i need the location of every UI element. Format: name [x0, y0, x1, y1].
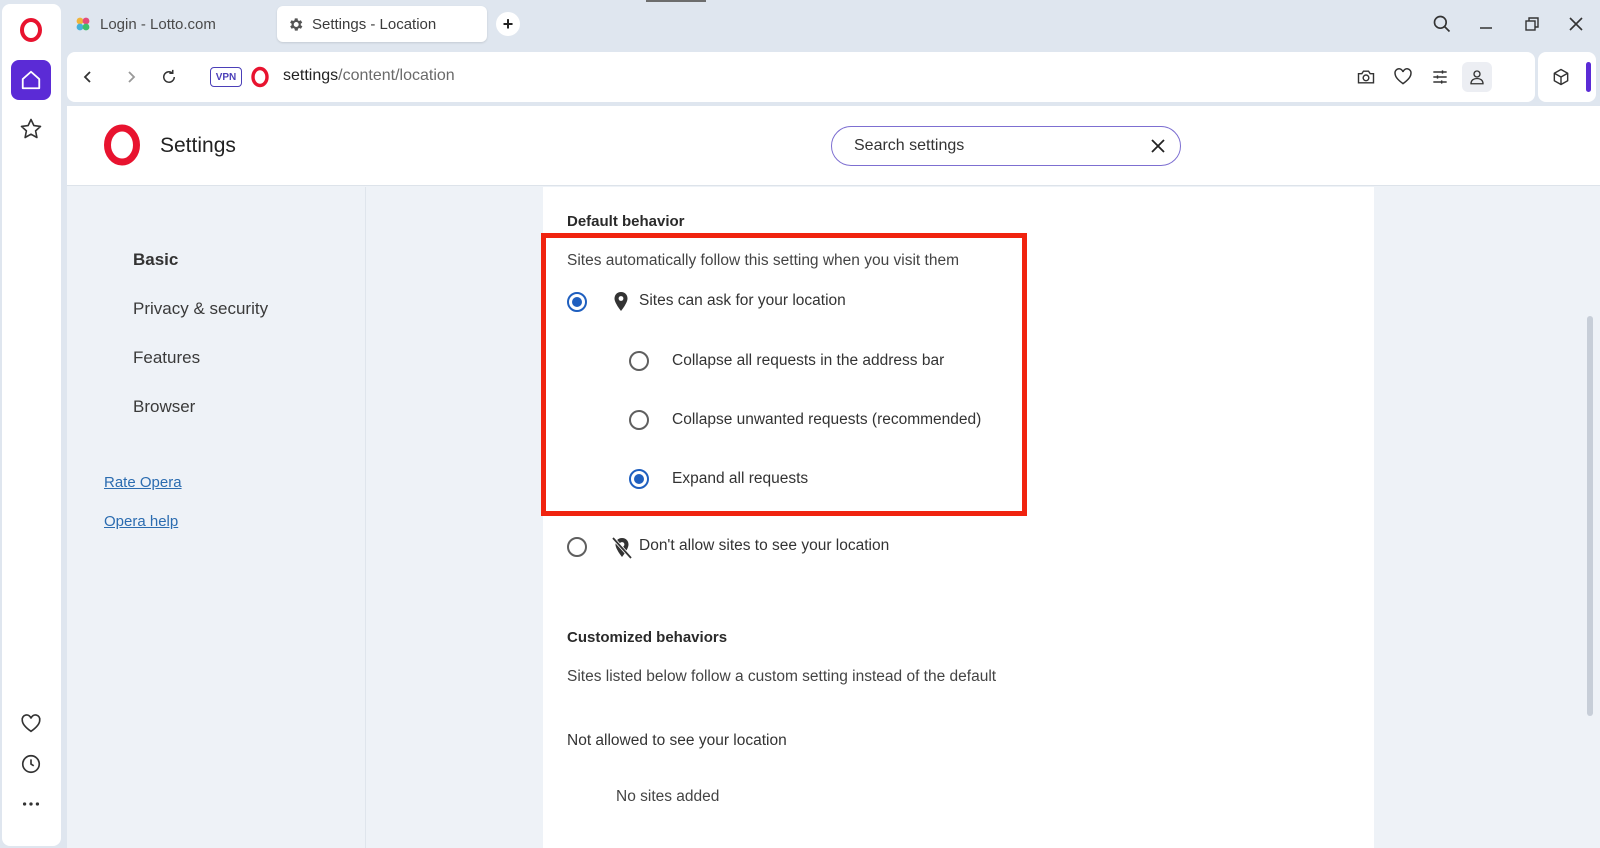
- tab-title: Login - Lotto.com: [100, 15, 216, 33]
- url-field[interactable]: settings/content/location: [283, 67, 455, 85]
- home-icon: [21, 70, 41, 90]
- sidebar-home-button[interactable]: [11, 60, 51, 100]
- sidebar-accent-bar: [1586, 62, 1591, 92]
- profile-button[interactable]: [1462, 62, 1492, 92]
- not-allowed-heading: Not allowed to see your location: [567, 732, 787, 749]
- tab-title: Settings - Location: [312, 15, 437, 33]
- reload-icon: [163, 69, 175, 83]
- expand-all-label[interactable]: Expand all requests: [672, 470, 808, 488]
- close-icon: [1569, 17, 1583, 31]
- more-dots-icon: [22, 802, 40, 806]
- restore-button[interactable]: [1518, 10, 1546, 38]
- minimize-icon: [1480, 27, 1492, 29]
- user-icon: [1470, 70, 1484, 85]
- default-behavior-heading: Default behavior: [567, 213, 685, 230]
- heart-icon: [1394, 68, 1412, 85]
- nav-item-privacy-security[interactable]: Privacy & security: [133, 299, 268, 319]
- sidebar-pinboards-button[interactable]: [11, 109, 51, 149]
- clear-search-button[interactable]: [1148, 136, 1168, 156]
- back-button[interactable]: [75, 64, 101, 90]
- new-tab-button[interactable]: +: [496, 12, 520, 36]
- nav-item-browser[interactable]: Browser: [133, 397, 195, 417]
- camera-icon: [1357, 70, 1375, 84]
- opera-help-link[interactable]: Opera help: [104, 513, 178, 530]
- tab-search-button[interactable]: [1428, 10, 1456, 38]
- star-icon: [20, 118, 42, 139]
- nav-item-basic[interactable]: Basic: [133, 250, 178, 270]
- window-drag-indicator: [646, 0, 706, 2]
- opera-site-icon: [251, 66, 269, 88]
- radio-dont-allow[interactable]: [567, 537, 587, 557]
- close-window-button[interactable]: [1562, 10, 1590, 38]
- cube-icon: [1553, 68, 1569, 86]
- bookmark-page-button[interactable]: [1390, 64, 1416, 90]
- restore-icon: [1525, 17, 1539, 31]
- rate-opera-link[interactable]: Rate Opera: [104, 474, 182, 491]
- extensions-button[interactable]: [1548, 64, 1574, 90]
- forward-arrow-icon: [128, 71, 136, 83]
- clock-icon: [21, 754, 41, 774]
- sidebar-history-button[interactable]: [11, 744, 51, 784]
- close-icon: [1151, 139, 1165, 153]
- location-off-icon: [611, 536, 633, 560]
- radio-expand-all[interactable]: [629, 469, 649, 489]
- plus-icon: +: [502, 13, 514, 34]
- page-scrollbar-thumb[interactable]: [1587, 316, 1593, 716]
- opera-logo-icon: [20, 18, 42, 42]
- vpn-label: VPN: [215, 71, 237, 83]
- back-arrow-icon: [83, 71, 91, 83]
- heart-icon: [21, 714, 41, 733]
- nav-item-features[interactable]: Features: [133, 348, 200, 368]
- url-host: settings: [283, 67, 339, 84]
- radio-sites-can-ask[interactable]: [567, 292, 587, 312]
- dont-allow-label[interactable]: Don't allow sites to see your location: [639, 537, 889, 555]
- gear-icon: [290, 17, 303, 31]
- search-settings-input[interactable]: Search settings: [831, 126, 1181, 166]
- no-sites-added-text: No sites added: [616, 788, 720, 805]
- opera-logo-icon: [104, 124, 140, 166]
- settings-page: Settings Search settings Basic Privacy &…: [67, 106, 1600, 848]
- lotto-clover-icon: [76, 17, 90, 31]
- vpn-badge[interactable]: VPN: [210, 67, 242, 87]
- page-title: Settings: [160, 134, 236, 157]
- collapse-all-label[interactable]: Collapse all requests in the address bar: [672, 352, 944, 370]
- search-icon: [1433, 15, 1451, 33]
- reload-button[interactable]: [156, 64, 182, 90]
- location-settings-card: Default behavior Sites automatically fol…: [543, 187, 1374, 848]
- sliders-icon: [1433, 70, 1447, 84]
- opera-sidebar: [0, 0, 62, 848]
- tab-settings-location[interactable]: Settings - Location: [277, 6, 487, 42]
- opera-menu-button[interactable]: [11, 10, 51, 50]
- easy-setup-button[interactable]: [1427, 64, 1453, 90]
- settings-header: Settings Search settings: [67, 106, 1600, 186]
- settings-nav: Basic Privacy & security Features Browse…: [67, 187, 366, 848]
- url-path: /content/location: [338, 67, 455, 84]
- forward-button[interactable]: [118, 64, 144, 90]
- search-input-value: Search settings: [854, 137, 965, 154]
- location-pin-icon: [614, 292, 628, 311]
- minimize-button[interactable]: [1472, 10, 1500, 38]
- address-bar: VPN settings/content/location: [67, 52, 1535, 102]
- default-behavior-description: Sites automatically follow this setting …: [567, 252, 959, 269]
- customized-behaviors-heading: Customized behaviors: [567, 629, 728, 646]
- radio-collapse-all[interactable]: [629, 351, 649, 371]
- customized-behaviors-description: Sites listed below follow a custom setti…: [567, 668, 997, 685]
- sites-can-ask-label[interactable]: Sites can ask for your location: [639, 292, 846, 310]
- sidebar-bookmarks-button[interactable]: [11, 704, 51, 744]
- snapshot-button[interactable]: [1353, 64, 1379, 90]
- collapse-unwanted-label[interactable]: Collapse unwanted requests (recommended): [672, 411, 981, 429]
- tab-lotto-login[interactable]: Login - Lotto.com: [64, 6, 274, 42]
- extensions-area: [1538, 52, 1596, 102]
- radio-collapse-unwanted[interactable]: [629, 410, 649, 430]
- sidebar-more-button[interactable]: [11, 784, 51, 824]
